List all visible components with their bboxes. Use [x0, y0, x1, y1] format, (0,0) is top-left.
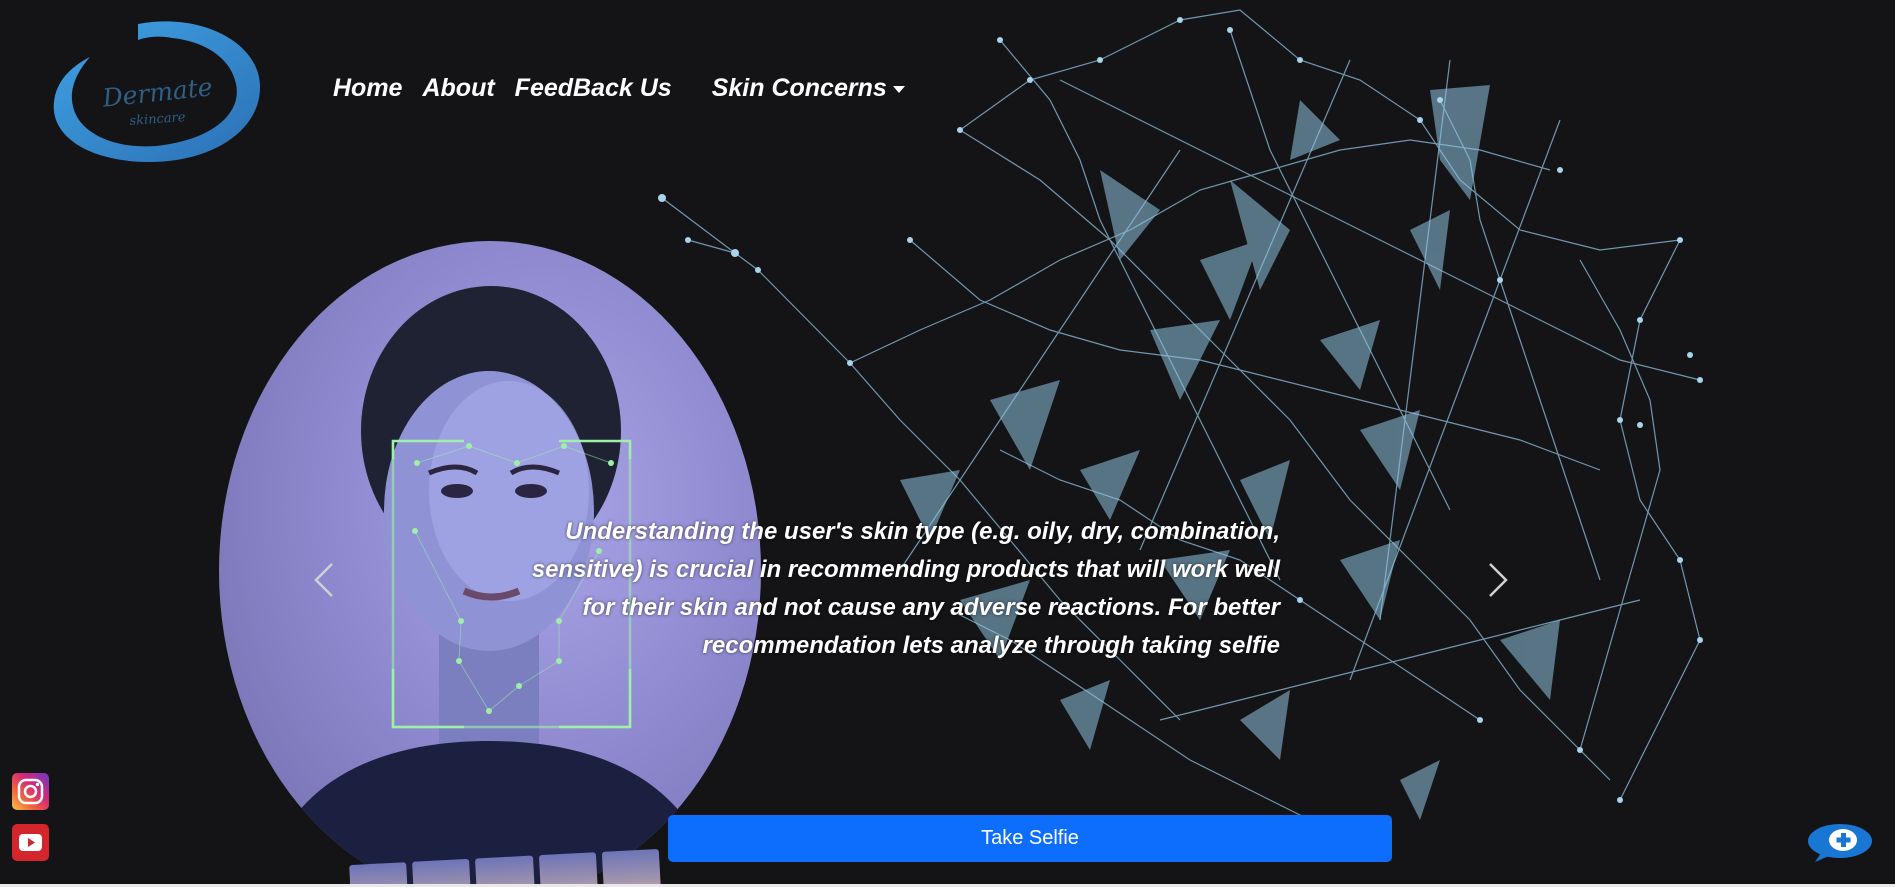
brand-logo[interactable]: Dermate skincare	[50, 12, 265, 167]
hero-caption: Understanding the user's skin type (e.g.…	[531, 518, 1280, 659]
carousel-next-button[interactable]	[1482, 560, 1512, 600]
skin-concerns-label: Skin Concerns	[711, 74, 887, 102]
nav-home-link[interactable]: Home	[333, 74, 402, 103]
nav-feedback-link[interactable]: FeedBack Us	[515, 74, 672, 103]
chat-plus-icon	[1808, 824, 1872, 862]
main-nav: Home About FeedBack Us Skin Concerns	[333, 74, 925, 103]
chevron-left-icon	[314, 563, 333, 597]
skin-concerns-dropdown[interactable]: Skin Concerns	[712, 74, 905, 103]
youtube-link[interactable]	[12, 824, 49, 861]
thumbnail[interactable]	[538, 852, 598, 887]
take-selfie-button[interactable]: Take Selfie	[668, 815, 1392, 862]
instagram-link[interactable]	[12, 773, 49, 810]
caret-down-icon	[892, 86, 905, 93]
chevron-right-icon	[1489, 563, 1508, 597]
page: Dermate skincare Home About FeedBack Us …	[0, 0, 1895, 887]
thumbnail[interactable]	[475, 855, 535, 887]
carousel-prev-button[interactable]	[310, 560, 340, 600]
thumbnail[interactable]	[412, 858, 472, 887]
instagram-icon	[17, 778, 44, 805]
nav-about-link[interactable]: About	[422, 74, 494, 103]
youtube-icon	[19, 834, 42, 851]
thumbnail[interactable]	[601, 848, 661, 887]
chat-button[interactable]	[1807, 823, 1873, 863]
